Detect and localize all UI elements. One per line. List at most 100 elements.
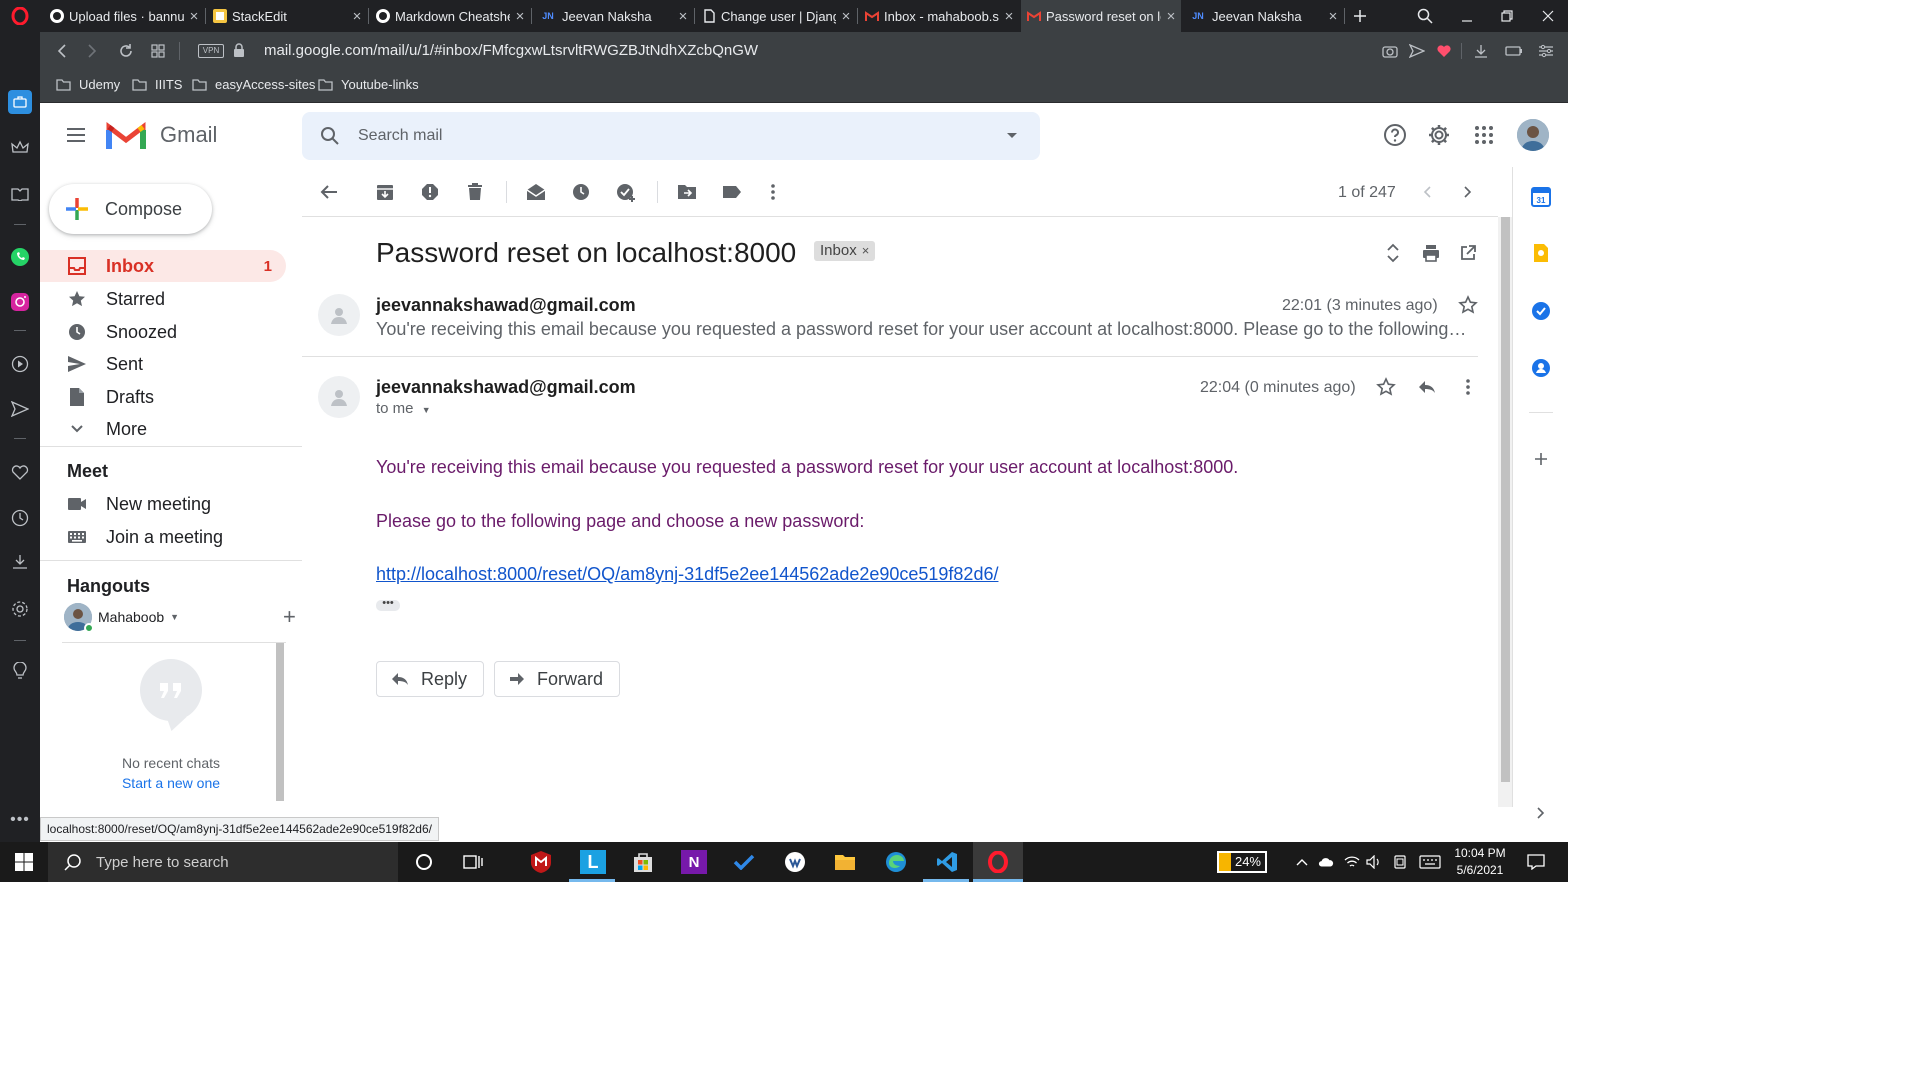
edge-icon[interactable]	[883, 850, 909, 874]
bookmark-folder-easyaccess[interactable]: easyAccess-sites	[192, 77, 315, 92]
search-icon[interactable]	[320, 126, 340, 146]
tab-password-reset[interactable]: Password reset on lo ×	[1021, 0, 1181, 32]
player-icon[interactable]	[10, 354, 30, 374]
tab-close-icon[interactable]: ×	[1161, 8, 1181, 25]
contacts-icon[interactable]	[1531, 358, 1551, 378]
reply-icon[interactable]	[1417, 377, 1437, 397]
gmail-logo-icon[interactable]	[106, 121, 146, 151]
inbox-label-chip[interactable]: Inbox ×	[814, 241, 876, 261]
tab-jeevan-naksha-2[interactable]: JN Jeevan Naksha ×	[1183, 0, 1343, 32]
remove-label-icon[interactable]: ×	[862, 241, 870, 261]
bookmark-folder-udemy[interactable]: Udemy	[56, 77, 120, 92]
nav-item-inbox[interactable]: Inbox 1	[40, 250, 286, 282]
add-to-tasks-icon[interactable]	[616, 182, 636, 202]
bookmark-folder-youtube[interactable]: Youtube-links	[318, 77, 419, 92]
open-new-window-icon[interactable]	[1458, 243, 1478, 263]
nav-item-snoozed[interactable]: Snoozed	[40, 316, 286, 348]
task-view-icon[interactable]	[460, 850, 486, 874]
opera-logo-icon[interactable]	[0, 0, 40, 32]
tab-jeevan-naksha[interactable]: JN Jeevan Naksha ×	[533, 0, 693, 32]
tab-close-icon[interactable]: ×	[836, 8, 856, 25]
hangouts-user[interactable]: Mahaboob ▼ +	[64, 601, 296, 633]
get-addons-icon[interactable]	[1531, 449, 1551, 469]
hide-side-panel-icon[interactable]	[1531, 803, 1551, 823]
move-to-icon[interactable]	[677, 182, 697, 202]
tab-close-icon[interactable]: ×	[673, 8, 693, 25]
lightworks-icon[interactable]: L	[580, 850, 606, 874]
sender-email[interactable]: jeevannakshawad@gmail.com	[376, 295, 636, 316]
password-reset-link[interactable]: http://localhost:8000/reset/OQ/am8ynj-31…	[376, 564, 998, 585]
heart-icon[interactable]	[1435, 42, 1453, 60]
back-icon[interactable]	[52, 41, 72, 61]
tab-stackedit[interactable]: StackEdit ×	[207, 0, 367, 32]
add-chat-icon[interactable]: +	[283, 606, 296, 628]
meet-join-meeting[interactable]: Join a meeting	[40, 521, 286, 553]
start-new-chat-link[interactable]: Start a new one	[62, 775, 280, 791]
whatsapp-icon[interactable]	[10, 247, 30, 267]
vpn-badge[interactable]: VPN	[198, 44, 224, 58]
sender-email[interactable]: jeevannakshawad@gmail.com	[376, 377, 636, 398]
caret-down-icon[interactable]: ▼	[422, 405, 431, 415]
browser-app-icon[interactable]	[782, 850, 808, 874]
keep-icon[interactable]	[1531, 243, 1551, 263]
url-field[interactable]: mail.google.com/mail/u/1/#inbox/FMfcgxwL…	[264, 42, 758, 59]
nav-item-starred[interactable]: Starred	[40, 283, 286, 315]
hangouts-scrollbar[interactable]	[276, 643, 284, 801]
tab-markdown-cheatsheet[interactable]: Markdown Cheatsheet ×	[370, 0, 530, 32]
star-message-icon[interactable]	[1458, 295, 1478, 315]
expand-all-icon[interactable]	[1383, 243, 1403, 263]
nav-item-drafts[interactable]: Drafts	[40, 381, 286, 413]
forward-icon[interactable]	[82, 41, 102, 61]
history-icon[interactable]	[10, 508, 30, 528]
todo-icon[interactable]	[731, 850, 757, 874]
show-trimmed-content-button[interactable]: •••	[376, 598, 400, 611]
taskbar-clock[interactable]: 10:04 PM 5/6/2021	[1444, 845, 1516, 879]
nav-item-more[interactable]: More	[40, 413, 286, 445]
downloads-sidebar-icon[interactable]	[10, 552, 30, 572]
nav-item-sent[interactable]: Sent	[40, 348, 286, 380]
snooze-icon[interactable]	[571, 182, 591, 202]
settings-gear-icon[interactable]	[1427, 123, 1451, 147]
tray-device-icon[interactable]	[1392, 854, 1408, 870]
battery-saver-icon[interactable]	[1505, 42, 1523, 60]
tab-inbox[interactable]: Inbox - mahaboob.s ×	[859, 0, 1019, 32]
mcafee-icon[interactable]	[528, 850, 554, 874]
tab-upload-files[interactable]: Upload files · bannu ×	[44, 0, 204, 32]
workspaces-icon[interactable]	[8, 90, 32, 114]
crown-icon[interactable]	[10, 138, 30, 158]
more-actions-icon[interactable]	[763, 182, 783, 202]
delete-icon[interactable]	[465, 182, 485, 202]
forward-button[interactable]: Forward	[494, 661, 621, 697]
message-snippet[interactable]: You're receiving this email because you …	[376, 319, 1468, 340]
file-explorer-icon[interactable]	[832, 850, 858, 874]
search-options-caret-icon[interactable]	[1006, 132, 1018, 140]
lightbulb-icon[interactable]	[10, 661, 30, 681]
volume-icon[interactable]	[1366, 854, 1382, 870]
more-options-icon[interactable]: •••	[10, 810, 30, 830]
back-to-inbox-icon[interactable]	[319, 182, 339, 202]
label-icon[interactable]	[722, 182, 742, 202]
message-scrollbar-thumb[interactable]	[1501, 217, 1510, 782]
reload-icon[interactable]	[116, 41, 136, 61]
help-icon[interactable]	[1383, 123, 1407, 147]
bookmarks-sidebar-icon[interactable]	[10, 184, 30, 204]
send-to-flow-icon[interactable]	[1408, 42, 1426, 60]
store-icon[interactable]	[630, 850, 656, 874]
recipient-details[interactable]: to me ▼	[376, 400, 431, 417]
bookmark-folder-iiits[interactable]: IIITS	[132, 77, 182, 92]
onenote-icon[interactable]: N	[681, 850, 707, 874]
apps-grid-icon[interactable]	[1472, 123, 1496, 147]
restore-icon[interactable]	[1487, 0, 1527, 32]
cortana-icon[interactable]	[411, 850, 437, 874]
speed-dial-icon[interactable]	[148, 41, 168, 61]
personal-news-heart-icon[interactable]	[10, 462, 30, 482]
action-center-icon[interactable]	[1526, 854, 1546, 870]
compose-button[interactable]: Compose	[49, 184, 212, 234]
report-spam-icon[interactable]	[420, 182, 440, 202]
tab-change-user[interactable]: Change user | Django ×	[696, 0, 856, 32]
print-icon[interactable]	[1421, 243, 1441, 263]
close-window-icon[interactable]	[1528, 0, 1568, 32]
account-avatar[interactable]	[1517, 119, 1549, 151]
search-input[interactable]	[358, 124, 978, 148]
star-message-icon[interactable]	[1376, 377, 1396, 397]
